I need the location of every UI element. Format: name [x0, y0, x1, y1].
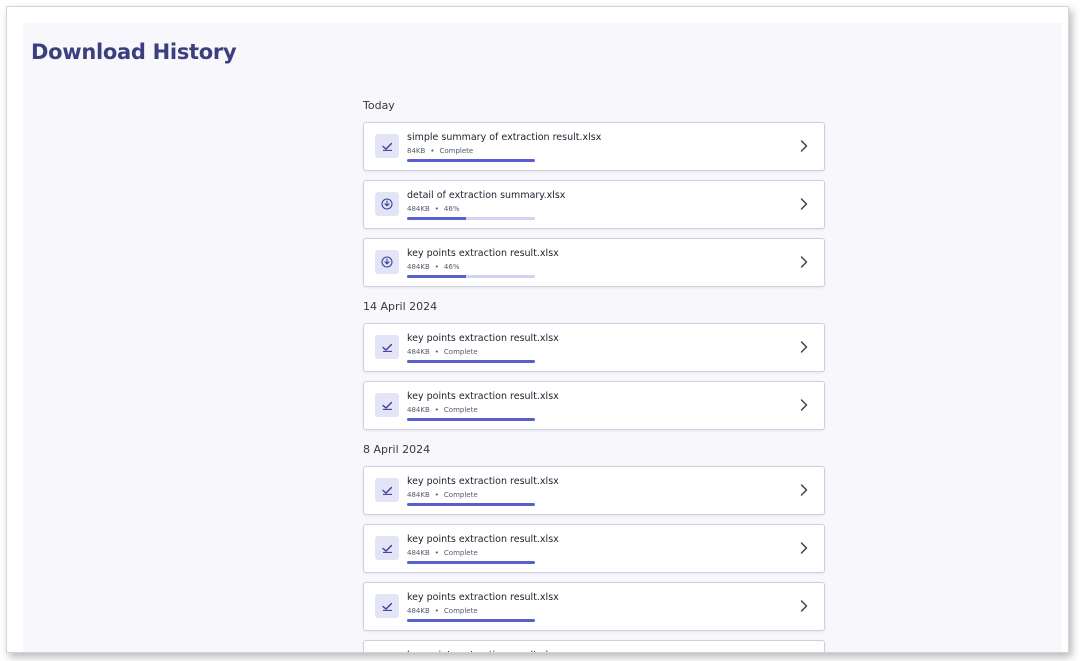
- download-status: Complete: [443, 406, 478, 414]
- file-name: simple summary of extraction result.xlsx: [407, 132, 602, 143]
- file-size: 484KB: [407, 406, 430, 414]
- file-size: 484KB: [407, 348, 430, 356]
- chevron-right-icon[interactable]: [798, 197, 810, 211]
- page-title: Download History: [31, 40, 237, 64]
- chevron-right-icon[interactable]: [798, 139, 810, 153]
- progress-bar: [407, 360, 535, 363]
- progress-bar: [407, 275, 535, 278]
- check-icon: [375, 393, 399, 417]
- file-size: 484KB: [407, 263, 430, 271]
- file-name: key points extraction result.xlsx: [407, 248, 559, 259]
- download-icon: [375, 250, 399, 274]
- download-item[interactable]: key points extraction result.xlsx 484KB • C…: [363, 466, 825, 515]
- file-size: 484KB: [407, 549, 430, 557]
- check-icon: [375, 478, 399, 502]
- progress-fill: [407, 561, 535, 564]
- download-status: 46%: [443, 263, 460, 271]
- file-meta: 484KB • Complete: [407, 549, 478, 557]
- check-icon: [375, 536, 399, 560]
- separator-dot: •: [434, 406, 439, 414]
- separator-dot: •: [434, 348, 439, 356]
- download-item[interactable]: key points extraction result.xlsx 484KB • C…: [363, 323, 825, 372]
- file-meta: 484KB • Complete: [407, 607, 478, 615]
- chevron-right-icon[interactable]: [798, 483, 810, 497]
- progress-fill: [407, 418, 535, 421]
- chevron-right-icon[interactable]: [798, 398, 810, 412]
- chevron-right-icon[interactable]: [798, 541, 810, 555]
- separator-dot: •: [434, 205, 439, 213]
- file-meta: 484KB • 46%: [407, 205, 459, 213]
- download-status: Complete: [443, 549, 478, 557]
- file-meta: 484KB • 46%: [407, 263, 459, 271]
- separator-dot: •: [434, 491, 439, 499]
- progress-fill: [407, 159, 535, 162]
- progress-bar: [407, 418, 535, 421]
- progress-bar: [407, 217, 535, 220]
- file-name: detail of extraction summary.xlsx: [407, 190, 566, 201]
- progress-fill: [407, 503, 535, 506]
- file-name: key points extraction result.xlsx: [407, 476, 559, 487]
- progress-fill: [407, 360, 535, 363]
- download-item[interactable]: detail of extraction summary.xlsx 484KB • 4…: [363, 180, 825, 229]
- file-size: 484KB: [407, 491, 430, 499]
- progress-bar: [407, 619, 535, 622]
- file-size: 84KB: [407, 147, 426, 155]
- separator-dot: •: [434, 549, 439, 557]
- download-history-panel: Download History Today simple summary of…: [23, 23, 1062, 652]
- download-item[interactable]: key points extraction result.xlsx 484KB • C…: [363, 582, 825, 631]
- window-frame: Download History Today simple summary of…: [6, 6, 1069, 653]
- file-meta: 84KB • Complete: [407, 147, 473, 155]
- separator-dot: •: [434, 263, 439, 271]
- progress-bar: [407, 503, 535, 506]
- progress-bar: [407, 561, 535, 564]
- file-name: key points extraction result.xlsx: [407, 650, 559, 652]
- download-item[interactable]: key points extraction result.xlsx 484KB • C…: [363, 524, 825, 573]
- file-size: 484KB: [407, 607, 430, 615]
- file-size: 484KB: [407, 205, 430, 213]
- chevron-right-icon[interactable]: [798, 340, 810, 354]
- download-item[interactable]: key points extraction result.xlsx: [363, 640, 825, 652]
- download-item[interactable]: key points extraction result.xlsx 484KB • C…: [363, 381, 825, 430]
- download-icon: [375, 192, 399, 216]
- date-group-label: Today: [363, 99, 395, 112]
- download-item[interactable]: simple summary of extraction result.xlsx…: [363, 122, 825, 171]
- download-status: Complete: [443, 348, 478, 356]
- file-name: key points extraction result.xlsx: [407, 333, 559, 344]
- check-icon: [375, 594, 399, 618]
- progress-fill: [407, 217, 466, 220]
- date-group-label: 14 April 2024: [363, 300, 438, 313]
- separator-dot: •: [434, 607, 439, 615]
- file-meta: 484KB • Complete: [407, 406, 478, 414]
- file-name: key points extraction result.xlsx: [407, 391, 559, 402]
- download-status: Complete: [439, 147, 474, 155]
- progress-fill: [407, 619, 535, 622]
- separator-dot: •: [430, 147, 435, 155]
- download-status: Complete: [443, 607, 478, 615]
- progress-fill: [407, 275, 466, 278]
- chevron-right-icon[interactable]: [798, 599, 810, 613]
- download-status: 46%: [443, 205, 460, 213]
- file-name: key points extraction result.xlsx: [407, 534, 559, 545]
- download-list: Today simple summary of extraction resul…: [363, 99, 825, 652]
- file-name: key points extraction result.xlsx: [407, 592, 559, 603]
- download-status: Complete: [443, 491, 478, 499]
- check-icon: [375, 134, 399, 158]
- check-icon: [375, 335, 399, 359]
- download-item[interactable]: key points extraction result.xlsx 484KB • 4…: [363, 238, 825, 287]
- chevron-right-icon[interactable]: [798, 255, 810, 269]
- progress-bar: [407, 159, 535, 162]
- date-group-label: 8 April 2024: [363, 443, 431, 456]
- file-meta: 484KB • Complete: [407, 348, 478, 356]
- file-meta: 484KB • Complete: [407, 491, 478, 499]
